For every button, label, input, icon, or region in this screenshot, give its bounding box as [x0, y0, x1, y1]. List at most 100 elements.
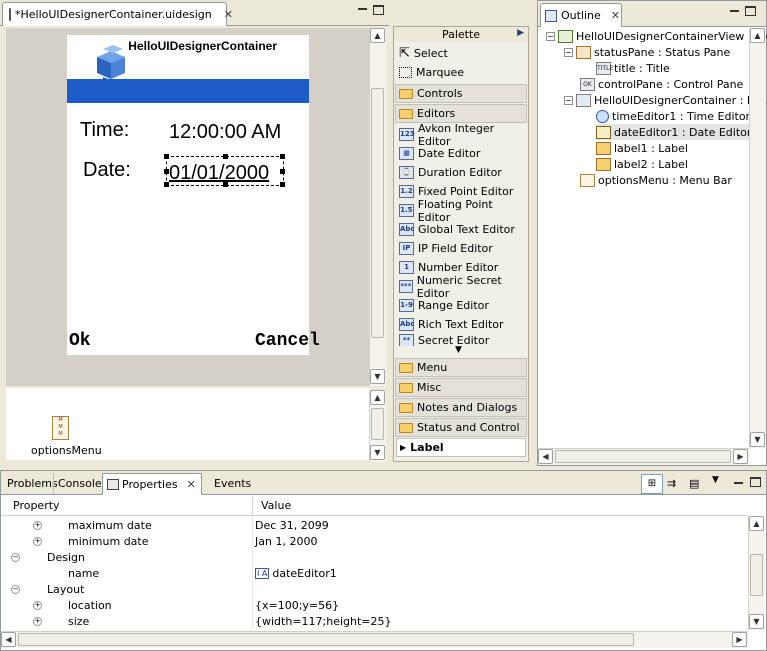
collapse-icon[interactable]: −	[11, 553, 20, 562]
outline-vscroll[interactable]: ▲ ▼	[749, 28, 766, 448]
close-icon[interactable]: ✕	[187, 478, 196, 491]
outline-item-selected[interactable]: dateEditor1 : Date Editor	[596, 124, 758, 140]
collapse-icon[interactable]: −	[11, 585, 20, 594]
property-category[interactable]: − Design	[1, 549, 748, 565]
palette-item[interactable]: IP IP Field Editor	[396, 239, 526, 258]
scroll-up-icon[interactable]: ▲	[370, 28, 385, 43]
outline-item[interactable]: label1 : Label	[596, 140, 688, 156]
expand-icon[interactable]: +	[33, 601, 42, 610]
palette-item[interactable]: ▦ Date Editor	[396, 144, 526, 163]
resize-handle[interactable]	[280, 169, 285, 174]
collapse-icon[interactable]: −	[564, 47, 573, 57]
tab-properties[interactable]: Properties ✕	[102, 473, 202, 495]
property-row[interactable]: name I A dateEditor1	[1, 565, 748, 581]
scroll-down-icon[interactable]: ▼	[370, 369, 385, 384]
outline-tab[interactable]: Outline ✕	[540, 3, 622, 27]
view-menu-icon[interactable]: ▼	[712, 475, 719, 485]
scroll-thumb[interactable]	[750, 554, 763, 596]
scroll-down-icon[interactable]: ▼	[370, 445, 385, 460]
palette-item[interactable]: 1.5 Floating Point Editor	[396, 198, 526, 224]
restore-default-icon[interactable]: ▤	[689, 477, 699, 490]
outline-item[interactable]: label2 : Label	[596, 156, 688, 172]
property-row[interactable]: + minimum date Jan 1, 2000	[1, 533, 748, 549]
drawer-editors[interactable]: Editors	[395, 104, 527, 123]
maximize-icon[interactable]	[745, 6, 756, 16]
scroll-thumb[interactable]	[555, 450, 731, 463]
properties-vscroll[interactable]: ▲ ▼	[748, 516, 765, 630]
drawer-notes-dialogs[interactable]: Notes and Dialogs	[395, 398, 527, 417]
date-editor-selection[interactable]: 01/01/2000	[164, 154, 285, 187]
resize-handle[interactable]	[280, 154, 285, 159]
resize-handle[interactable]	[280, 182, 285, 187]
drawer-controls[interactable]: Controls	[395, 84, 527, 103]
outline-item[interactable]: − HelloUIDesignerContainerView : Avkon	[546, 28, 767, 44]
outline-item[interactable]: −HelloUIDesignerContainer : Basic C	[564, 92, 767, 108]
time-editor[interactable]: 12:00:00 AM	[169, 121, 281, 144]
outline-item[interactable]: timeEditor1 : Time Editor	[596, 108, 750, 124]
scroll-up-icon[interactable]: ▲	[370, 390, 385, 405]
tab-console[interactable]: Console	[53, 473, 106, 494]
palette-item[interactable]: *** Numeric Secret Editor	[396, 274, 526, 300]
palette-item[interactable]: 1-9 Range Editor	[396, 296, 526, 315]
resize-handle[interactable]	[223, 182, 228, 187]
column-header-property[interactable]: Property	[13, 499, 60, 514]
nonvisual-item-label[interactable]: optionsMenu	[31, 444, 102, 457]
column-header-value[interactable]: Value	[261, 499, 291, 514]
scroll-left-icon[interactable]: ◀	[1, 632, 16, 647]
palette-header[interactable]: Palette ▶	[394, 27, 528, 42]
scroll-thumb[interactable]	[371, 88, 384, 338]
collapse-icon[interactable]: −	[546, 31, 555, 41]
scroll-left-icon[interactable]: ◀	[538, 449, 553, 464]
properties-hscroll[interactable]: ◀ ▶	[1, 631, 748, 648]
outline-item[interactable]: − statusPane : Status Pane	[564, 44, 730, 60]
scroll-down-icon[interactable]: ▼	[750, 432, 765, 447]
canvas-scrollbar[interactable]: ▲ ▼	[369, 28, 386, 386]
close-icon[interactable]: ✕	[611, 9, 620, 22]
resize-handle[interactable]	[164, 182, 169, 187]
property-row[interactable]: + maximum date Dec 31, 2099	[1, 517, 748, 533]
palette-item[interactable]: ⌚ Duration Editor	[396, 163, 526, 182]
scroll-thumb[interactable]	[371, 408, 384, 440]
right-softkey[interactable]: Cancel	[255, 331, 320, 351]
tray-scrollbar[interactable]: ▲ ▼	[369, 390, 386, 462]
drawer-misc[interactable]: Misc	[395, 378, 527, 397]
drawer-menu[interactable]: Menu	[395, 358, 527, 377]
menu-component-icon[interactable]: MMM	[52, 416, 69, 440]
outline-item[interactable]: OK controlPane : Control Pane	[580, 76, 743, 92]
minimize-icon[interactable]	[734, 482, 743, 484]
show-advanced-icon[interactable]: ⇉	[667, 477, 676, 490]
tab-events[interactable]: Events	[210, 473, 255, 494]
collapse-icon[interactable]: −	[564, 95, 573, 105]
outline-hscroll[interactable]: ◀ ▶	[538, 448, 749, 465]
editor-tab[interactable]: *HelloUIDesignerContainer.uidesign ✕	[2, 2, 233, 26]
scroll-down-icon[interactable]: ▼	[749, 614, 764, 629]
palette-label-item[interactable]: ▶ Label	[396, 438, 526, 457]
property-row[interactable]: + size {width=117;height=25}	[1, 613, 748, 629]
property-row[interactable]: + location {x=100;y=56}	[1, 597, 748, 613]
expand-icon[interactable]: +	[33, 617, 42, 626]
scroll-right-icon[interactable]: ▶	[732, 632, 747, 647]
outline-item[interactable]: TITLE title : Title	[596, 60, 670, 76]
palette-item[interactable]: Abc Global Text Editor	[396, 220, 526, 239]
property-category[interactable]: − Layout	[1, 581, 748, 597]
close-icon[interactable]: ✕	[224, 8, 233, 21]
show-categories-icon[interactable]: ⊞	[641, 474, 663, 494]
resize-handle[interactable]	[223, 154, 228, 159]
scroll-more-icon[interactable]: ▼	[455, 345, 462, 355]
scroll-right-icon[interactable]: ▶	[733, 449, 748, 464]
palette-item[interactable]: Abc Rich Text Editor	[396, 315, 526, 334]
expand-icon[interactable]: +	[33, 521, 42, 530]
palette-tool-marquee[interactable]: Marquee	[396, 63, 526, 82]
palette-item[interactable]: 123 Avkon Integer Editor	[396, 122, 526, 148]
scroll-up-icon[interactable]: ▲	[750, 28, 765, 43]
palette-collapse-icon[interactable]: ▶	[517, 28, 524, 38]
resize-handle[interactable]	[164, 154, 169, 159]
scroll-thumb[interactable]	[18, 633, 634, 646]
left-softkey[interactable]: Ok	[69, 331, 91, 351]
expand-icon[interactable]: +	[33, 537, 42, 546]
maximize-icon[interactable]	[373, 5, 384, 15]
scroll-up-icon[interactable]: ▲	[749, 516, 764, 531]
palette-tool-select[interactable]: ⇱ Select	[396, 44, 526, 63]
outline-item[interactable]: optionsMenu : Menu Bar	[580, 172, 732, 188]
maximize-icon[interactable]	[750, 477, 761, 487]
